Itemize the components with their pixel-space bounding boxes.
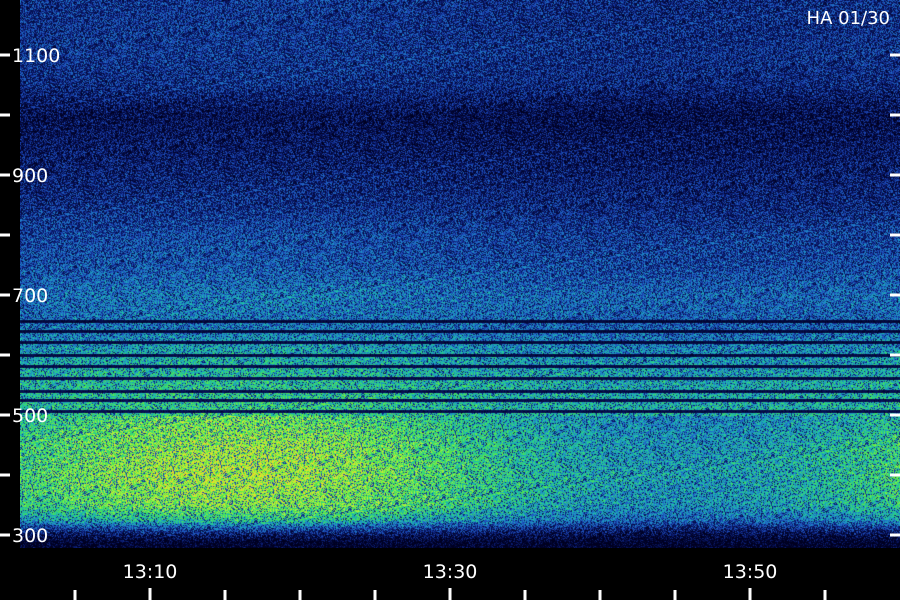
- y-tick-label: 1100: [12, 45, 60, 67]
- y-axis: 300 500 700 900 1100: [0, 45, 900, 547]
- y-tick-label: 900: [12, 165, 48, 187]
- spectrogram-figure: 300 500 700 900 1100 13:10 13:30 13:50 HA 01/3…: [0, 0, 900, 600]
- y-tick-label: 500: [12, 405, 48, 427]
- x-tick-label: 13:10: [123, 561, 178, 583]
- chart-corner-label: HA 01/30: [807, 8, 890, 29]
- axes-layer: 300 500 700 900 1100 13:10 13:30 13:50 HA 01/3…: [0, 8, 900, 600]
- x-tick-label: 13:50: [723, 561, 778, 583]
- x-axis: 13:10 13:30 13:50: [73, 561, 827, 600]
- x-tick-label: 13:30: [423, 561, 478, 583]
- y-tick-label: 700: [12, 285, 48, 307]
- y-tick-label: 300: [12, 525, 48, 547]
